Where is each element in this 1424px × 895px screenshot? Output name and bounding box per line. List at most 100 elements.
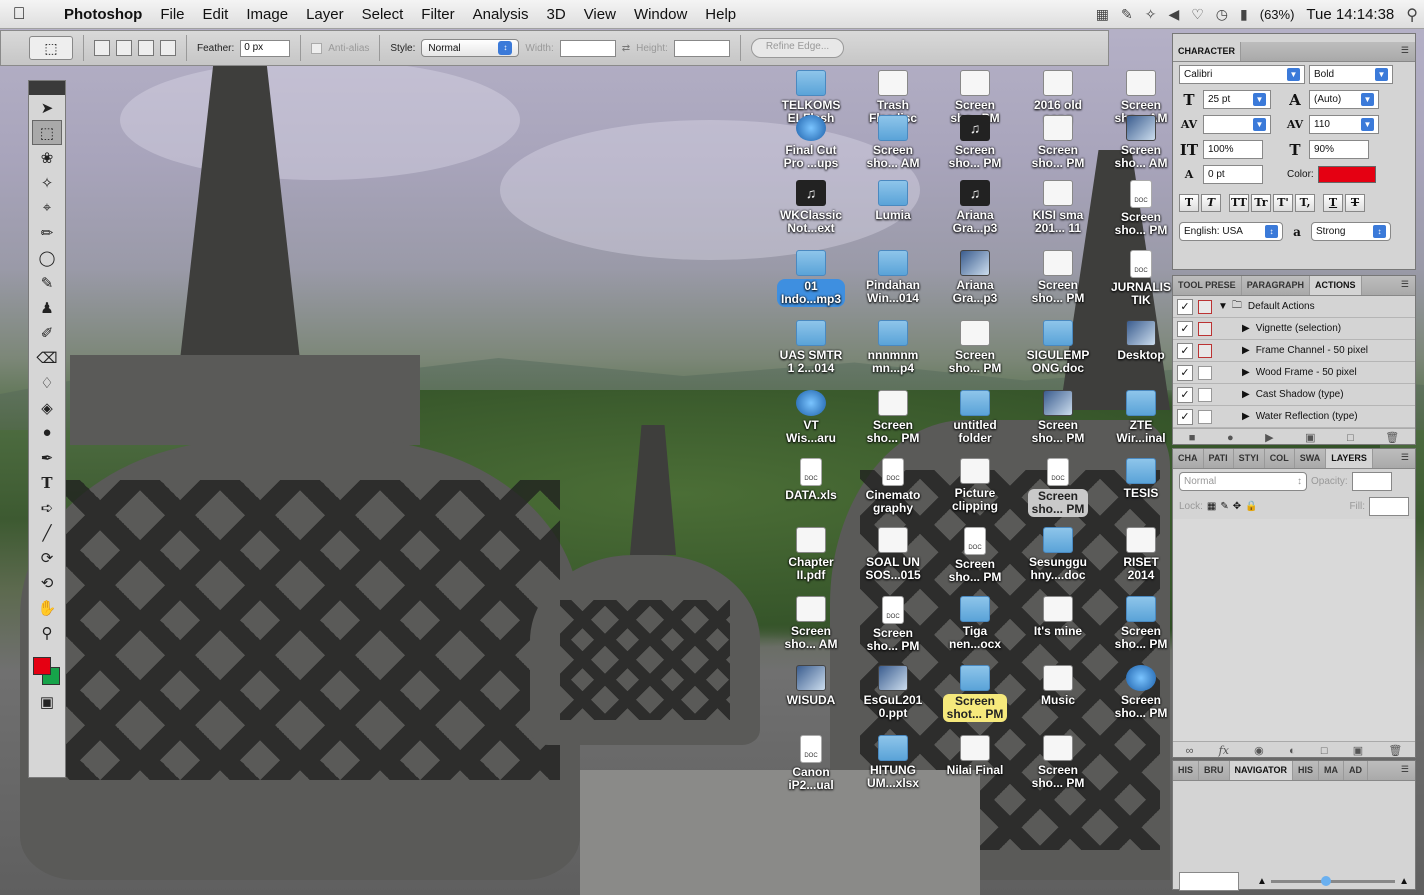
lasso-tool-icon[interactable]: ❀	[29, 145, 65, 170]
zoom-slider[interactable]	[1270, 876, 1396, 886]
dialog-toggle[interactable]	[1198, 299, 1212, 314]
clone-stamp-tool-icon[interactable]: ♟	[29, 295, 65, 320]
dialog-toggle[interactable]	[1198, 321, 1212, 336]
action-toggle-checkbox[interactable]: ✓	[1177, 320, 1193, 337]
swap-dimensions-icon[interactable]: ⇄	[622, 43, 630, 54]
antialias-select[interactable]: Strong ↕	[1311, 222, 1391, 241]
panel-menu-icon[interactable]: ☰	[1395, 761, 1415, 780]
leading-field[interactable]: (Auto) ▼	[1309, 90, 1379, 109]
new-group-icon[interactable]: □	[1321, 745, 1328, 757]
desktop-icon[interactable]: nnnmnm mn...p4	[852, 320, 934, 375]
new-set-icon[interactable]: ▣	[1305, 431, 1315, 444]
tab-tool-presets[interactable]: TOOL PRESE	[1173, 276, 1242, 295]
trash-icon[interactable]: 🗑	[1388, 744, 1402, 757]
desktop-icon[interactable]: Screen sho... PM	[1017, 390, 1099, 445]
blur-tool-icon[interactable]: ◈	[29, 395, 65, 420]
wifi-icon[interactable]: ♡	[1191, 6, 1204, 23]
fill-field[interactable]	[1369, 497, 1409, 516]
text-color-swatch[interactable]	[1317, 166, 1376, 183]
clock[interactable]: Tue 14:14:38	[1306, 6, 1394, 23]
desktop-icon[interactable]: Picture clipping	[934, 458, 1016, 513]
menu-window[interactable]: Window	[625, 6, 696, 23]
tool-preset-picker[interactable]: ⬚	[29, 36, 73, 60]
underline-button[interactable]: T	[1323, 194, 1343, 212]
apple-menu-icon[interactable]: 	[0, 4, 38, 24]
menu-layer[interactable]: Layer	[297, 6, 353, 23]
desktop-icon[interactable]: HITUNG UM...xlsx	[852, 735, 934, 790]
record-icon[interactable]: ●	[1227, 432, 1234, 444]
action-row[interactable]: ✓ ▶ Frame Channel - 50 pixel	[1173, 340, 1415, 362]
action-set-row[interactable]: ✓ ▼ 🗀 Default Actions	[1173, 296, 1415, 318]
tab-navigator[interactable]: NAVIGATOR	[1229, 761, 1294, 780]
collapse-triangle-icon[interactable]: ▶	[1242, 323, 1250, 334]
spot-healing-tool-icon[interactable]: ◯	[29, 245, 65, 270]
refine-edge-button[interactable]: Refine Edge...	[750, 38, 845, 58]
desktop-icon[interactable]: KISI sma 201... 11	[1017, 180, 1099, 235]
3d-orbit-tool-icon[interactable]: ⟲	[29, 570, 65, 595]
tools-panel-header[interactable]	[29, 81, 65, 95]
dialog-toggle[interactable]	[1198, 409, 1212, 424]
kerning-field[interactable]: ▼	[1203, 115, 1271, 134]
desktop-icon[interactable]: ZTE Wir...inal	[1100, 390, 1182, 445]
desktop-icon[interactable]: Screen sho... AM	[852, 115, 934, 170]
collapse-triangle-icon[interactable]: ▶	[1242, 367, 1250, 378]
zoom-field[interactable]	[1179, 872, 1239, 891]
quick-selection-tool-icon[interactable]: ✧	[29, 170, 65, 195]
volume-icon[interactable]: ◀	[1168, 6, 1179, 23]
menu-image[interactable]: Image	[237, 6, 297, 23]
panel-menu-icon[interactable]: ☰	[1395, 449, 1415, 468]
tab-color[interactable]: COL	[1265, 449, 1295, 468]
desktop-icon[interactable]: Nilai Final	[934, 735, 1016, 777]
action-toggle-checkbox[interactable]: ✓	[1177, 386, 1193, 403]
3d-rotate-tool-icon[interactable]: ⟳	[29, 545, 65, 570]
desktop-icon[interactable]: EsGuL201 0.ppt	[852, 665, 934, 720]
panel-menu-icon[interactable]: ☰	[1395, 42, 1415, 61]
tab-layers[interactable]: LAYERS	[1326, 449, 1373, 468]
desktop-icon[interactable]: Screen sho... AM	[770, 596, 852, 651]
desktop-icon[interactable]: Chapter II.pdf	[770, 527, 852, 582]
layers-list[interactable]	[1173, 519, 1415, 741]
tab-adjustments[interactable]: AD	[1344, 761, 1369, 780]
desktop-icon[interactable]: ♫ Ariana Gra...p3	[934, 180, 1016, 235]
width-input[interactable]	[559, 39, 616, 57]
menu-view[interactable]: View	[575, 6, 625, 23]
desktop-icon[interactable]: 01 Indo...mp3	[770, 250, 852, 307]
desktop-icon[interactable]: DOC Screen sho... PM	[1017, 458, 1099, 517]
desktop-icon[interactable]: DOC Screen sho... PM	[1100, 180, 1182, 237]
superscript-button[interactable]: T'	[1273, 194, 1293, 212]
horizontal-scale-field[interactable]: 90%	[1309, 140, 1369, 159]
feather-input[interactable]: 0 px	[240, 39, 291, 57]
desktop-icon[interactable]: Sesunggu hny....doc	[1017, 527, 1099, 582]
tab-actions[interactable]: ACTIONS	[1310, 276, 1362, 295]
new-selection-button[interactable]	[94, 40, 110, 56]
panel-menu-icon[interactable]: ☰	[1395, 276, 1415, 295]
crop-tool-icon[interactable]: ⌖	[29, 195, 65, 220]
strikethrough-button[interactable]: T	[1345, 194, 1365, 212]
action-toggle-checkbox[interactable]: ✓	[1177, 298, 1193, 315]
font-style-select[interactable]: Bold ▼	[1309, 65, 1393, 84]
trash-icon[interactable]: 🗑	[1385, 431, 1399, 444]
expand-triangle-icon[interactable]: ▼	[1218, 301, 1228, 312]
rectangular-marquee-tool-icon[interactable]: ⬚	[32, 120, 62, 145]
lock-pixels-icon[interactable]: ✎	[1220, 501, 1228, 512]
battery-icon[interactable]: ▮	[1240, 6, 1248, 23]
link-layers-icon[interactable]: ∞	[1186, 745, 1194, 757]
desktop-icon[interactable]: SIGULEMP ONG.doc	[1017, 320, 1099, 375]
desktop-icon[interactable]: DOC JURNALIS TIK	[1100, 250, 1182, 307]
play-icon[interactable]: ▶	[1265, 431, 1273, 444]
menu-3d[interactable]: 3D	[538, 6, 575, 23]
desktop-icon[interactable]: ♫ WKClassic Not...ext	[770, 180, 852, 235]
tracking-field[interactable]: 110 ▼	[1309, 115, 1379, 134]
dialog-toggle[interactable]	[1198, 387, 1212, 402]
spaces-icon[interactable]: ▦	[1096, 6, 1109, 23]
move-tool-icon[interactable]: ➤	[29, 95, 65, 120]
paint-bucket-tool-icon[interactable]: ♢	[29, 370, 65, 395]
desktop-icon[interactable]: Music	[1017, 665, 1099, 707]
tab-styles[interactable]: STYI	[1234, 449, 1265, 468]
desktop-icon[interactable]: Final Cut Pro ...ups	[770, 115, 852, 170]
dialog-toggle[interactable]	[1198, 365, 1212, 380]
desktop-icon[interactable]: Screen sho... PM	[1017, 115, 1099, 170]
desktop-icon[interactable]: Screen sho... PM	[1017, 735, 1099, 790]
collapse-triangle-icon[interactable]: ▶	[1242, 345, 1250, 356]
faux-italic-button[interactable]: T	[1201, 194, 1221, 212]
